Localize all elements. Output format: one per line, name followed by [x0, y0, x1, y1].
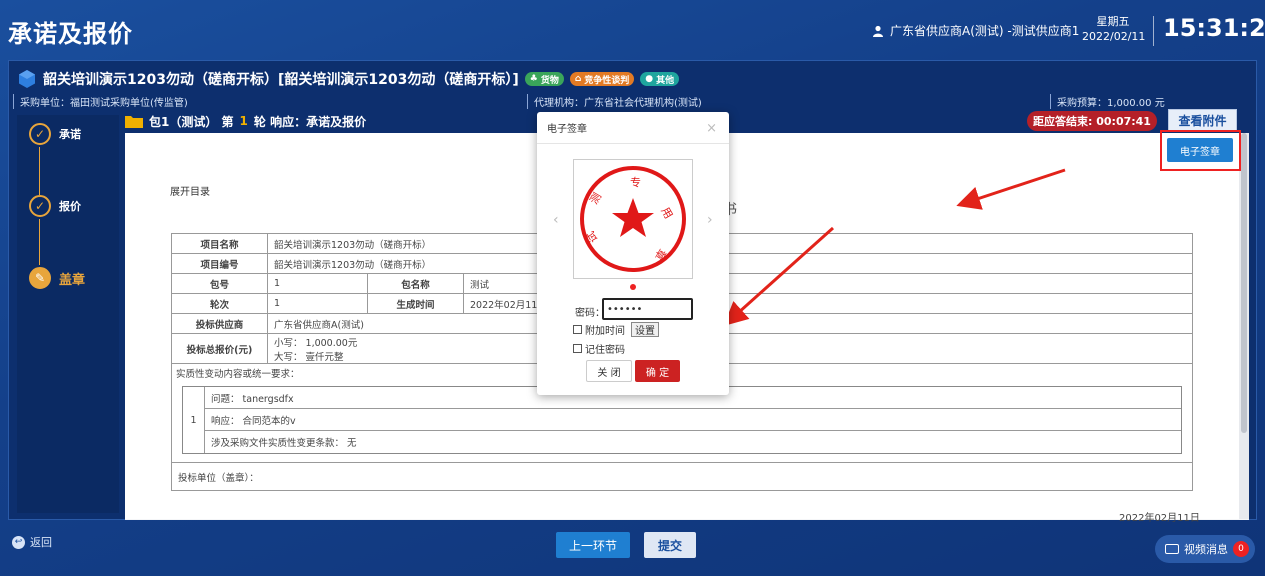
- seal-char: 用: [658, 205, 675, 221]
- clock: 15:31:24: [1163, 14, 1265, 42]
- agency-info: 代理机构：广东省社会代理机构(测试): [527, 94, 702, 109]
- close-icon[interactable]: ×: [706, 121, 717, 136]
- change-answer: 响应： 合同范本的v: [205, 409, 1181, 431]
- signature-cell: 投标单位（盖章）：: [171, 462, 1193, 491]
- tag-other: ● 其他: [640, 72, 680, 86]
- change-index: 1: [183, 387, 205, 453]
- total-big: 大写： 壹仟元整: [274, 351, 344, 363]
- confirm-button[interactable]: 确 定: [635, 360, 680, 382]
- e-seal-dialog: 电子签章 × ‹ › 专 用 章 测 试 密码： •••••• 附加时间 设置 …: [537, 112, 729, 395]
- settings-button[interactable]: 设置: [631, 322, 659, 337]
- total-small: 小写： 1,000.00元: [274, 337, 358, 349]
- view-attachments-button[interactable]: 查看附件: [1168, 109, 1237, 131]
- tag-method: ⌂ 竞争性谈判: [569, 72, 635, 86]
- dialog-title: 电子签章: [547, 124, 587, 135]
- table-cell: 广东省供应商A(测试): [267, 313, 1193, 334]
- seal-stamp-icon: 专 用 章 测 试: [580, 166, 686, 272]
- pen-icon: ✎: [29, 267, 51, 289]
- e-seal-button[interactable]: 电子签章: [1167, 138, 1233, 162]
- table-cell: 1: [267, 293, 368, 314]
- page-title: 承诺及报价: [8, 20, 133, 48]
- folder-icon: [125, 116, 143, 128]
- table-label: 包号: [171, 273, 268, 294]
- step-quote[interactable]: ✓ 报价: [29, 195, 81, 217]
- video-message-button[interactable]: 视频消息 0: [1155, 535, 1255, 563]
- seal-char: 章: [652, 247, 670, 264]
- seal-preview[interactable]: 专 用 章 测 试: [573, 159, 693, 279]
- tag-goods-icon: ♣: [529, 74, 538, 84]
- password-input[interactable]: ••••••: [602, 298, 693, 320]
- user-info[interactable]: 广东省供应商A(测试) -测试供应商1: [872, 22, 1079, 39]
- cube-icon: [19, 70, 35, 88]
- add-time-row: 附加时间 设置: [573, 322, 659, 337]
- video-icon: [1165, 544, 1179, 554]
- tag-goods: ♣ 货物: [524, 72, 564, 86]
- countdown-badge: 距应答结束: 00:07:41: [1027, 111, 1157, 131]
- step-connector: [39, 147, 40, 195]
- package-prefix: 包1（测试） 第: [149, 114, 234, 129]
- table-label: 项目编号: [171, 253, 268, 274]
- table-cell: 韶关培训演示1203勿动（磋商开标）: [267, 233, 1193, 254]
- step-connector: [39, 219, 40, 265]
- table-label: 轮次: [171, 293, 268, 314]
- remember-label: 记住密码: [585, 345, 625, 356]
- password-label: 密码：: [575, 308, 605, 319]
- purchaser-info: 采购单位：福田测试采购单位(传监管): [13, 94, 188, 109]
- message-count-badge: 0: [1233, 541, 1249, 557]
- previous-step-button[interactable]: 上一环节: [556, 532, 630, 558]
- back-label: 返回: [30, 536, 52, 549]
- package-suffix: 轮 响应：承诺及报价: [253, 114, 367, 129]
- carousel-indicator[interactable]: [630, 284, 636, 290]
- add-time-label: 附加时间: [585, 326, 625, 337]
- seal-char: 专: [630, 175, 641, 189]
- table-label: 包名称: [367, 273, 464, 294]
- add-time-checkbox[interactable]: [573, 325, 582, 334]
- project-info-row: 采购单位：福田测试采购单位(传监管) 代理机构：广东省社会代理机构(测试) 采购…: [9, 93, 1258, 109]
- table-label: 投标供应商: [171, 313, 268, 334]
- step-navigator: ✓ 承诺 ✓ 报价 ✎ 盖章: [17, 115, 119, 513]
- back-link[interactable]: ↩ 返回: [12, 534, 52, 550]
- check-icon: ✓: [29, 195, 51, 217]
- table-row: 投标单位（盖章）：: [171, 462, 1193, 491]
- round-number: 1: [239, 114, 248, 128]
- top-bar: 承诺及报价 广东省供应商A(测试) -测试供应商1 星期五 2022/02/11…: [0, 0, 1265, 60]
- close-button[interactable]: 关 闭: [586, 360, 632, 382]
- document-date: 2022年02月11日: [1119, 513, 1200, 524]
- user-name: 广东省供应商A(测试) -测试供应商1: [890, 24, 1080, 38]
- date-text: 2022/02/11: [1082, 30, 1146, 43]
- video-label: 视频消息: [1184, 543, 1228, 556]
- weekday-text: 星期五: [1096, 15, 1130, 28]
- prev-arrow-icon[interactable]: ‹: [553, 212, 559, 228]
- scrollbar-thumb[interactable]: [1241, 133, 1247, 433]
- table-label: 投标总报价(元): [171, 333, 268, 364]
- table-label: 生成时间: [367, 293, 464, 314]
- location-pin-icon: ●: [645, 74, 654, 84]
- back-arrow-icon: ↩: [12, 535, 25, 549]
- date-display: 星期五 2022/02/11: [1082, 14, 1146, 44]
- table-cell: 韶关培训演示1203勿动（磋商开标）: [267, 253, 1193, 274]
- project-title: 韶关培训演示1203勿动（磋商开标）[韶关培训演示1203勿动（磋商开标）]: [43, 72, 519, 88]
- next-arrow-icon[interactable]: ›: [707, 212, 713, 228]
- user-icon: [873, 25, 883, 37]
- remember-row: 记住密码: [573, 341, 625, 356]
- step-promise[interactable]: ✓ 承诺: [29, 123, 81, 145]
- table-cell: 1: [267, 273, 368, 294]
- remember-password-checkbox[interactable]: [573, 344, 582, 353]
- dialog-header: 电子签章: [537, 112, 729, 144]
- header-divider: [1153, 16, 1154, 46]
- expand-toc-link[interactable]: 展开目录: [170, 183, 210, 198]
- table-label: 项目名称: [171, 233, 268, 254]
- change-count: 涉及采购文件实质性变更条款： 无: [211, 438, 357, 449]
- project-header: 韶关培训演示1203勿动（磋商开标）[韶关培训演示1203勿动（磋商开标）] ♣…: [17, 67, 680, 91]
- submit-button[interactable]: 提交: [644, 532, 696, 558]
- check-icon: ✓: [29, 123, 51, 145]
- changes-box: 1 问题： tanergsdfx 响应： 合同范本的v 涉及采购文件实质性变更条…: [182, 386, 1182, 454]
- tag-method-icon: ⌂: [574, 74, 582, 84]
- step-seal[interactable]: ✎ 盖章: [29, 267, 85, 289]
- table-cell: 小写： 1,000.00元 大写： 壹仟元整: [267, 333, 1193, 364]
- budget-info: 采购预算：1,000.00 元: [1050, 94, 1165, 109]
